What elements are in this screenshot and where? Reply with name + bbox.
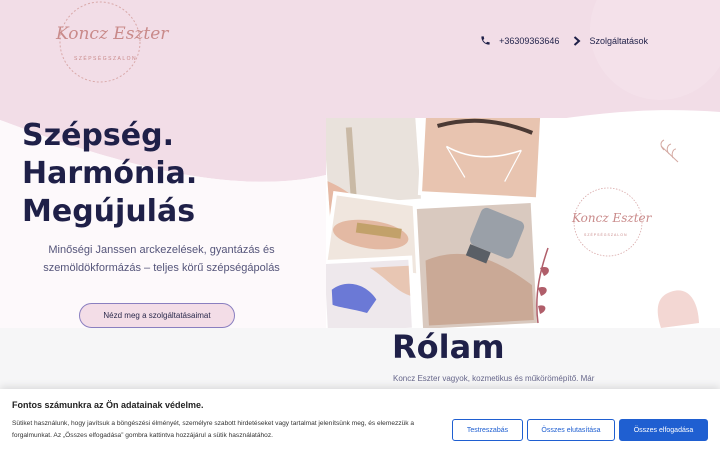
cookie-customize-button[interactable]: Testreszabás <box>452 419 523 441</box>
headline-line-3: Megújulás <box>22 194 196 229</box>
logo-script-text: Koncz Eszter <box>56 24 169 44</box>
nav-item-services[interactable]: Szolgáltatások <box>573 36 648 46</box>
phone-link[interactable]: +36309363646 <box>480 35 559 46</box>
hero-description: Minőségi Janssen arckezelések, gyantázás… <box>43 244 280 274</box>
cookie-text: Sütiket használunk, hogy javítsuk a böng… <box>12 420 415 439</box>
phone-number: +36309363646 <box>499 35 560 46</box>
headline-line-1: Szépség. <box>22 118 174 153</box>
hero-headline: Szépség. Harmónia. Megújulás <box>22 117 197 231</box>
collage-logo-subtitle: SZÉPSÉGSZALON <box>584 232 628 237</box>
services-cta-button[interactable]: Nézd meg a szolgáltatásaimat <box>79 303 235 328</box>
logo-subtitle: SZÉPSÉGSZALON <box>74 56 138 62</box>
site-logo[interactable]: Koncz Eszter SZÉPSÉGSZALON <box>52 0 168 90</box>
hero-photo-collage: Koncz Eszter SZÉPSÉGSZALON <box>326 118 699 328</box>
phone-icon <box>481 36 490 45</box>
header-nav: +36309363646 Szolgáltatások <box>480 35 648 46</box>
collage-artwork: Koncz Eszter SZÉPSÉGSZALON <box>326 118 699 328</box>
about-text: Koncz Eszter vagyok, kozmetikus és műkör… <box>393 374 595 383</box>
cookie-reject-all-button[interactable]: Összes elutasítása <box>527 419 615 441</box>
nav-services-label: Szolgáltatások <box>589 35 648 46</box>
logo-ring <box>59 1 141 83</box>
headline-line-2: Harmónia. <box>22 156 198 191</box>
collage-logo-mark: Koncz Eszter SZÉPSÉGSZALON <box>571 187 653 257</box>
collage-logo-script: Koncz Eszter <box>571 211 653 225</box>
cookie-accept-all-button[interactable]: Összes elfogadása <box>619 419 708 441</box>
chevron-right-icon <box>574 35 581 46</box>
about-title: Rólam <box>392 328 505 366</box>
cookie-title: Fontos számunkra az Ön adatainak védelme… <box>12 400 204 410</box>
cookie-consent-banner: Fontos számunkra az Ön adatainak védelme… <box>0 389 720 450</box>
about-section-background <box>0 328 720 398</box>
